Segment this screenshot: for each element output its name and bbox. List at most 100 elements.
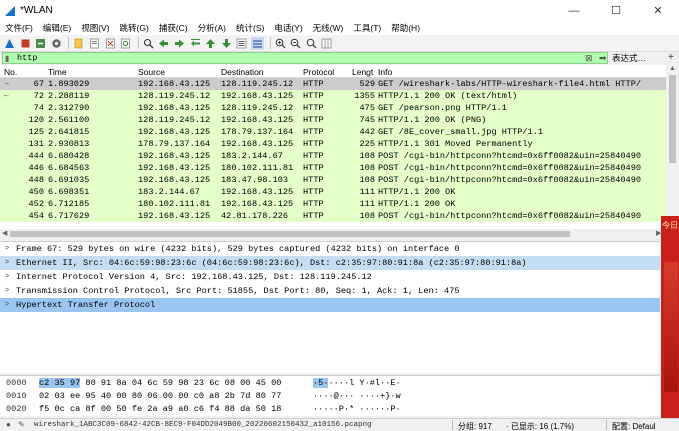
menu-tools[interactable]: 工具(T) [348, 22, 386, 34]
overlay-ad-text[interactable]: 今日 [662, 220, 678, 231]
packet-list-header: No. Time Source Destination Protocol Len… [0, 65, 666, 78]
detail-tree-label: Frame 67: 529 bytes on wire (4232 bits),… [16, 244, 460, 254]
reload-icon[interactable] [119, 37, 132, 50]
profile-label[interactable]: 配置: Defaul [612, 421, 656, 431]
zoom-in-icon[interactable] [274, 37, 287, 50]
display-filter-input[interactable]: ▮ http ⊠ ➡ [2, 52, 608, 64]
detail-tree-item[interactable]: > Frame 67: 529 bytes on wire (4232 bits)… [0, 242, 660, 256]
expand-chevron-icon[interactable]: > [5, 301, 9, 309]
scroll-up-icon[interactable]: ▲ [669, 65, 676, 72]
menu-help[interactable]: 帮助(H) [386, 22, 425, 34]
scroll-left-icon[interactable]: ◀ [2, 229, 7, 237]
add-filter-button[interactable]: + [668, 52, 674, 63]
column-length[interactable]: Lengt [352, 67, 373, 77]
capture-comment-icon[interactable]: ✎ [18, 420, 25, 429]
packet-length: 1355 [354, 91, 375, 101]
packet-row[interactable]: 446 6.684563 192.168.43.125 180.102.111.81 H… [0, 162, 666, 174]
packet-row[interactable]: 444 6.680428 192.168.43.125 183.2.144.67 HTT… [0, 150, 666, 162]
packet-info: POST /cgi-bin/httpconn?htcmd=0x6ff0082&u… [378, 163, 642, 173]
packet-row[interactable]: 131 2.930813 178.79.137.164 192.168.43.125 H… [0, 138, 666, 150]
clear-filter-icon[interactable]: ⊠ [585, 53, 593, 64]
overlay-ad-image[interactable] [664, 262, 678, 392]
hscroll-thumb[interactable] [10, 231, 570, 237]
goto-icon[interactable] [189, 37, 202, 50]
maximize-button[interactable]: ☐ [595, 0, 637, 21]
zoom-reset-icon[interactable] [305, 37, 318, 50]
expression-button[interactable]: 表达式… [612, 52, 664, 64]
packet-details: > Frame 67: 529 bytes on wire (4232 bits)… [0, 241, 660, 373]
back-icon[interactable] [157, 37, 170, 50]
zoom-out-icon[interactable] [289, 37, 302, 50]
detail-tree-item[interactable]: > Hypertext Transfer Protocol [0, 298, 660, 312]
bytes-ascii-values: ·····P·* ······P· [313, 404, 401, 414]
restart-icon[interactable] [34, 37, 47, 50]
expand-chevron-icon[interactable]: > [5, 273, 9, 281]
column-time[interactable]: Time [48, 67, 67, 77]
bytes-row[interactable]: 0010 02 03 ee 95 40 00 80 06 00 00 c0 a8 … [0, 390, 660, 402]
expand-chevron-icon[interactable]: > [5, 245, 9, 253]
last-icon[interactable] [220, 37, 233, 50]
packet-row[interactable]: 74 2.312790 192.168.43.125 128.119.245.12 HT… [0, 102, 666, 114]
apply-filter-icon[interactable]: ➡ [599, 53, 607, 64]
packet-info: POST /cgi-bin/httpconn?htcmd=0x6ff0082&u… [378, 175, 642, 185]
column-protocol[interactable]: Protocol [303, 67, 334, 77]
packet-list-hscroll[interactable]: ◀ ▶ [0, 229, 666, 239]
minimize-button[interactable]: — [553, 0, 595, 21]
autoscroll-icon[interactable] [235, 37, 248, 50]
close-button[interactable]: ✕ [637, 0, 679, 21]
options-icon[interactable] [50, 37, 63, 50]
packet-row[interactable]: 120 2.561100 128.119.245.12 192.168.43.125 H… [0, 114, 666, 126]
expert-info-icon[interactable]: ● [6, 420, 11, 429]
detail-tree-item[interactable]: > Transmission Control Protocol, Src Port… [0, 284, 660, 298]
bytes-offset: 0000 [6, 378, 27, 388]
packet-row[interactable]: 450 6.698351 183.2.144.67 192.168.43.125 HTT… [0, 186, 666, 198]
packet-length: 108 [359, 175, 375, 185]
packet-info: POST /cgi-bin/httpconn?htcmd=0x6ff0082&u… [378, 151, 642, 161]
scroll-thumb[interactable] [669, 75, 676, 163]
colorize-icon[interactable] [250, 36, 264, 50]
packet-row[interactable]: ← 72 2.288119 128.119.245.12 192.168.43.125 H… [0, 90, 666, 102]
packet-row[interactable]: 125 2.641815 192.168.43.125 178.79.137.164 H… [0, 126, 666, 138]
displayed-count: · 已显示: 16 (1.7%) [506, 422, 575, 431]
bytes-row[interactable]: 0000 c2 35 97 80 91 8a 04 6c 59 98 23 6c … [0, 377, 660, 389]
resize-columns-icon[interactable] [320, 37, 333, 50]
packet-info: HTTP/1.1 301 Moved Permanently [378, 139, 533, 149]
detail-tree-item[interactable]: > Ethernet II, Src: 04:6c:59:98:23:6c (04… [0, 256, 660, 270]
find-icon[interactable] [142, 37, 155, 50]
column-source[interactable]: Source [138, 67, 165, 77]
filter-bookmark-icon[interactable]: ▮ [5, 54, 15, 63]
detail-tree-item[interactable]: > Internet Protocol Version 4, Src: 192.1… [0, 270, 660, 284]
bytes-offset: 0010 [6, 391, 27, 401]
menu-go[interactable]: 跳转(G) [115, 22, 154, 34]
menu-view[interactable]: 视图(V) [76, 22, 114, 34]
open-icon[interactable] [72, 37, 85, 50]
packet-row[interactable]: 454 6.717629 192.168.43.125 42.81.178.226 HT… [0, 210, 666, 222]
save-icon[interactable] [88, 37, 101, 50]
column-info[interactable]: Info [378, 67, 392, 77]
close-file-icon[interactable] [104, 37, 117, 50]
packet-length: 111 [359, 187, 375, 197]
column-no[interactable]: No. [4, 67, 17, 77]
expand-chevron-icon[interactable]: > [5, 287, 9, 295]
column-destination[interactable]: Destination [221, 67, 264, 77]
bytes-hex: 02 03 ee 95 40 00 80 06 00 00 c0 a8 2b 7… [39, 391, 281, 401]
menu-telephony[interactable]: 电话(Y) [269, 22, 307, 34]
packet-row[interactable]: 452 6.712185 180.102.111.81 192.168.43.125 H… [0, 198, 666, 210]
menu-analyze[interactable]: 分析(A) [193, 22, 231, 34]
stop-icon[interactable] [19, 37, 32, 50]
forward-icon[interactable] [173, 37, 186, 50]
menu-edit[interactable]: 编辑(E) [38, 22, 76, 34]
expand-chevron-icon[interactable]: > [5, 259, 9, 267]
bytes-row[interactable]: 0020 f5 0c ca 8f 00 50 fe 2a a9 a0 c6 f4 … [0, 403, 660, 415]
packet-length: 475 [359, 103, 375, 113]
menu-wireless[interactable]: 无线(W) [308, 22, 349, 34]
menu-file[interactable]: 文件(F) [0, 22, 38, 34]
packet-list-vscroll[interactable]: ▲ ▼ [666, 65, 679, 229]
first-icon[interactable] [204, 37, 217, 50]
packet-row[interactable]: → 67 1.893029 192.168.43.125 128.119.245.12 H… [0, 78, 666, 90]
menu-capture[interactable]: 捕获(C) [154, 22, 193, 34]
fin-icon[interactable] [3, 37, 16, 50]
packet-row[interactable]: 448 6.691035 192.168.43.125 183.47.98.103 HT… [0, 174, 666, 186]
wireshark-logo-icon [4, 5, 16, 17]
menu-statistics[interactable]: 统计(S) [231, 22, 269, 34]
